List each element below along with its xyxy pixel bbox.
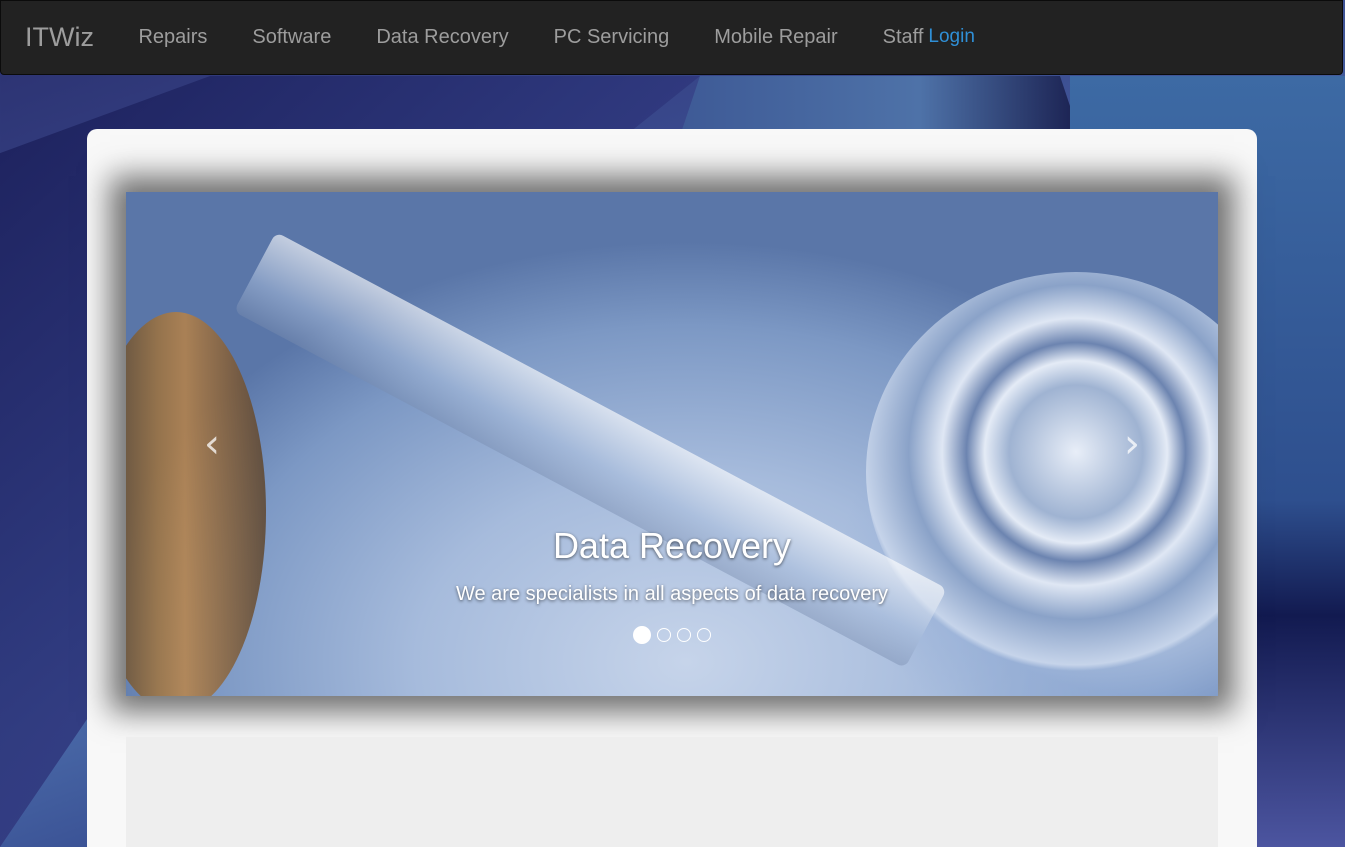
- background-shape: [680, 76, 1080, 136]
- carousel-indicator-dot[interactable]: [677, 628, 691, 642]
- nav-item-mobile-repair[interactable]: Mobile Repair: [692, 26, 860, 49]
- carousel-indicators: [126, 626, 1218, 644]
- nav-item-software[interactable]: Software: [230, 26, 354, 49]
- slide-caption-text: We are specialists in all aspects of dat…: [455, 583, 889, 605]
- carousel-indicator-dot[interactable]: [633, 626, 651, 644]
- image-carousel: ‹ › Data Recovery We are specialists in …: [126, 192, 1218, 696]
- brand-logo[interactable]: ITWiz: [25, 22, 94, 53]
- nav-item-data-recovery[interactable]: Data Recovery: [354, 26, 531, 49]
- login-link[interactable]: Login: [925, 26, 975, 50]
- carousel-next-icon[interactable]: ›: [1112, 424, 1152, 464]
- slide-caption-title: Data Recovery: [552, 525, 792, 566]
- carousel-indicator-dot[interactable]: [657, 628, 671, 642]
- content-panel: [126, 737, 1218, 847]
- carousel-prev-icon[interactable]: ‹: [192, 424, 232, 464]
- nav-item-staff[interactable]: Staff: [860, 26, 925, 49]
- top-navbar: ITWiz Repairs Software Data Recovery PC …: [0, 0, 1343, 75]
- nav-item-pc-servicing[interactable]: PC Servicing: [531, 26, 692, 49]
- nav-item-repairs[interactable]: Repairs: [116, 26, 230, 49]
- carousel-indicator-dot[interactable]: [697, 628, 711, 642]
